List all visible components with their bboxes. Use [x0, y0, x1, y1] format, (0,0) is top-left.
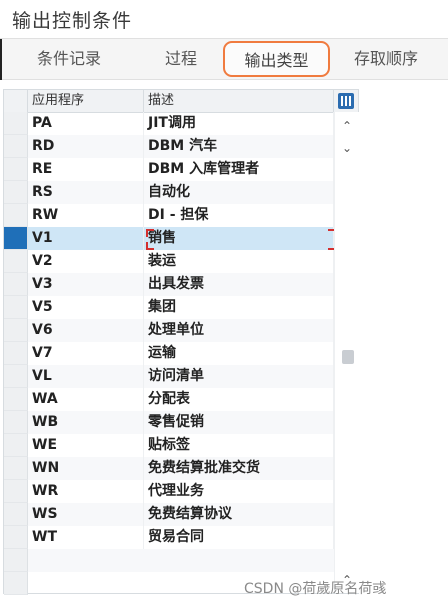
row-selector[interactable] — [4, 296, 28, 319]
cell-application[interactable]: V2 — [28, 250, 144, 273]
table-row[interactable]: V2 装运 — [4, 250, 334, 273]
cell-description[interactable]: DBM 入库管理者 — [144, 158, 334, 181]
table-row[interactable]: WA 分配表 — [4, 388, 334, 411]
chevron-down-icon[interactable]: ⌄ — [339, 140, 355, 156]
chevron-up-icon[interactable]: ⌃ — [339, 118, 355, 134]
cell-application[interactable]: WE — [28, 434, 144, 457]
row-selector[interactable] — [4, 112, 28, 135]
tab-access-sequences[interactable]: 存取顺序 — [336, 41, 436, 77]
cell-application[interactable]: WN — [28, 457, 144, 480]
table-row[interactable]: WS 免费结算协议 — [4, 503, 334, 526]
cell-application[interactable]: V5 — [28, 296, 144, 319]
table-row[interactable]: V1 销售 — [4, 227, 336, 250]
tab-bar: 条件记录 过程 输出类型 存取顺序 — [0, 38, 448, 80]
cell-description[interactable]: JIT调用 — [144, 112, 334, 135]
cell-application[interactable]: RD — [28, 135, 144, 158]
table-row[interactable]: WB 零售促销 — [4, 411, 334, 434]
table-row[interactable]: WE 贴标签 — [4, 434, 334, 457]
cell-description[interactable]: 运输 — [144, 342, 334, 365]
tab-output-types[interactable]: 输出类型 — [223, 41, 330, 77]
cell-application[interactable]: V7 — [28, 342, 144, 365]
cell-description[interactable]: 自动化 — [144, 181, 334, 204]
cell-description[interactable]: 贸易合同 — [144, 526, 334, 549]
cell-description[interactable]: DI - 担保 — [144, 204, 334, 227]
row-selector[interactable] — [4, 388, 28, 411]
cell-description[interactable]: 处理单位 — [144, 319, 334, 342]
row-selector[interactable] — [4, 227, 28, 250]
row-selector — [4, 549, 28, 572]
tab-procedure[interactable]: 过程 — [136, 41, 226, 77]
table-row[interactable]: RD DBM 汽车 — [4, 135, 334, 158]
row-selector[interactable] — [4, 526, 28, 549]
cell-description[interactable]: 免费结算协议 — [144, 503, 334, 526]
cell-application[interactable]: WA — [28, 388, 144, 411]
cell-description[interactable]: DBM 汽车 — [144, 135, 334, 158]
table-row[interactable]: WN 免费结算批准交货 — [4, 457, 334, 480]
table-header: 应用程序 描述 — [4, 90, 358, 113]
vertical-scrollbar[interactable]: ⌃ ⌄ ⌃ — [334, 112, 359, 593]
cell-application[interactable]: PA — [28, 112, 144, 135]
cell-application[interactable]: WS — [28, 503, 144, 526]
table-row[interactable]: V7 运输 — [4, 342, 334, 365]
cell-application[interactable]: V3 — [28, 273, 144, 296]
output-types-table: 应用程序 描述 PA JIT调用 RD DBM 汽车 RE DBM 入库管理者 RS 自动化 R… — [3, 89, 359, 595]
table-row[interactable]: WT 贸易合同 — [4, 526, 334, 549]
table-row[interactable]: RE DBM 入库管理者 — [4, 158, 334, 181]
cell-description[interactable]: 贴标签 — [144, 434, 334, 457]
cell-application[interactable]: WR — [28, 480, 144, 503]
table-row[interactable]: WR 代理业务 — [4, 480, 334, 503]
row-selector[interactable] — [4, 158, 28, 181]
cell-description[interactable]: 销售 — [144, 227, 334, 250]
cell-description[interactable]: 装运 — [144, 250, 334, 273]
tab-bar-edge — [0, 39, 2, 80]
row-selector[interactable] — [4, 250, 28, 273]
table-settings-icon[interactable] — [338, 93, 354, 109]
row-selector[interactable] — [4, 411, 28, 434]
cell-application[interactable]: RS — [28, 181, 144, 204]
focus-indicator — [146, 229, 154, 237]
table-row[interactable]: RW DI - 担保 — [4, 204, 334, 227]
row-selector[interactable] — [4, 480, 28, 503]
row-selector[interactable] — [4, 135, 28, 158]
row-selector[interactable] — [4, 319, 28, 342]
tab-condition-records[interactable]: 条件记录 — [14, 41, 124, 77]
select-all-cell[interactable] — [4, 90, 28, 112]
column-header-application[interactable]: 应用程序 — [28, 90, 144, 112]
cell-application[interactable]: VL — [28, 365, 144, 388]
row-selector[interactable] — [4, 204, 28, 227]
cell-description[interactable]: 出具发票 — [144, 273, 334, 296]
watermark: CSDN @荷歲原名荷彧 — [244, 581, 387, 597]
row-selector[interactable] — [4, 457, 28, 480]
cell-application[interactable]: RE — [28, 158, 144, 181]
cell-application[interactable]: WT — [28, 526, 144, 549]
table-row[interactable]: RS 自动化 — [4, 181, 334, 204]
cell-description[interactable]: 代理业务 — [144, 480, 334, 503]
table-row[interactable]: V3 出具发票 — [4, 273, 334, 296]
table-row[interactable]: V5 集团 — [4, 296, 334, 319]
row-selector[interactable] — [4, 342, 28, 365]
row-selector[interactable] — [4, 181, 28, 204]
cell-description[interactable]: 零售促销 — [144, 411, 334, 434]
table-row[interactable]: VL 访问清单 — [4, 365, 334, 388]
cell-description[interactable]: 分配表 — [144, 388, 334, 411]
cell-application[interactable]: WB — [28, 411, 144, 434]
cell-application[interactable]: V6 — [28, 319, 144, 342]
column-header-description[interactable]: 描述 — [144, 90, 334, 112]
cell-description[interactable]: 免费结算批准交货 — [144, 457, 334, 480]
row-selector[interactable] — [4, 273, 28, 296]
page-title: 输出控制条件 — [12, 10, 133, 32]
cell-application[interactable]: V1 — [28, 227, 144, 250]
cell-description[interactable]: 集团 — [144, 296, 334, 319]
empty-row — [4, 549, 334, 572]
table-row[interactable]: PA JIT调用 — [4, 112, 334, 135]
row-selector — [4, 572, 28, 595]
cell-application[interactable]: RW — [28, 204, 144, 227]
table-row[interactable]: V6 处理单位 — [4, 319, 334, 342]
focus-indicator — [146, 242, 154, 250]
row-selector[interactable] — [4, 503, 28, 526]
cell-description[interactable]: 访问清单 — [144, 365, 334, 388]
row-selector[interactable] — [4, 434, 28, 457]
scroll-thumb[interactable] — [342, 350, 354, 364]
row-selector[interactable] — [4, 365, 28, 388]
